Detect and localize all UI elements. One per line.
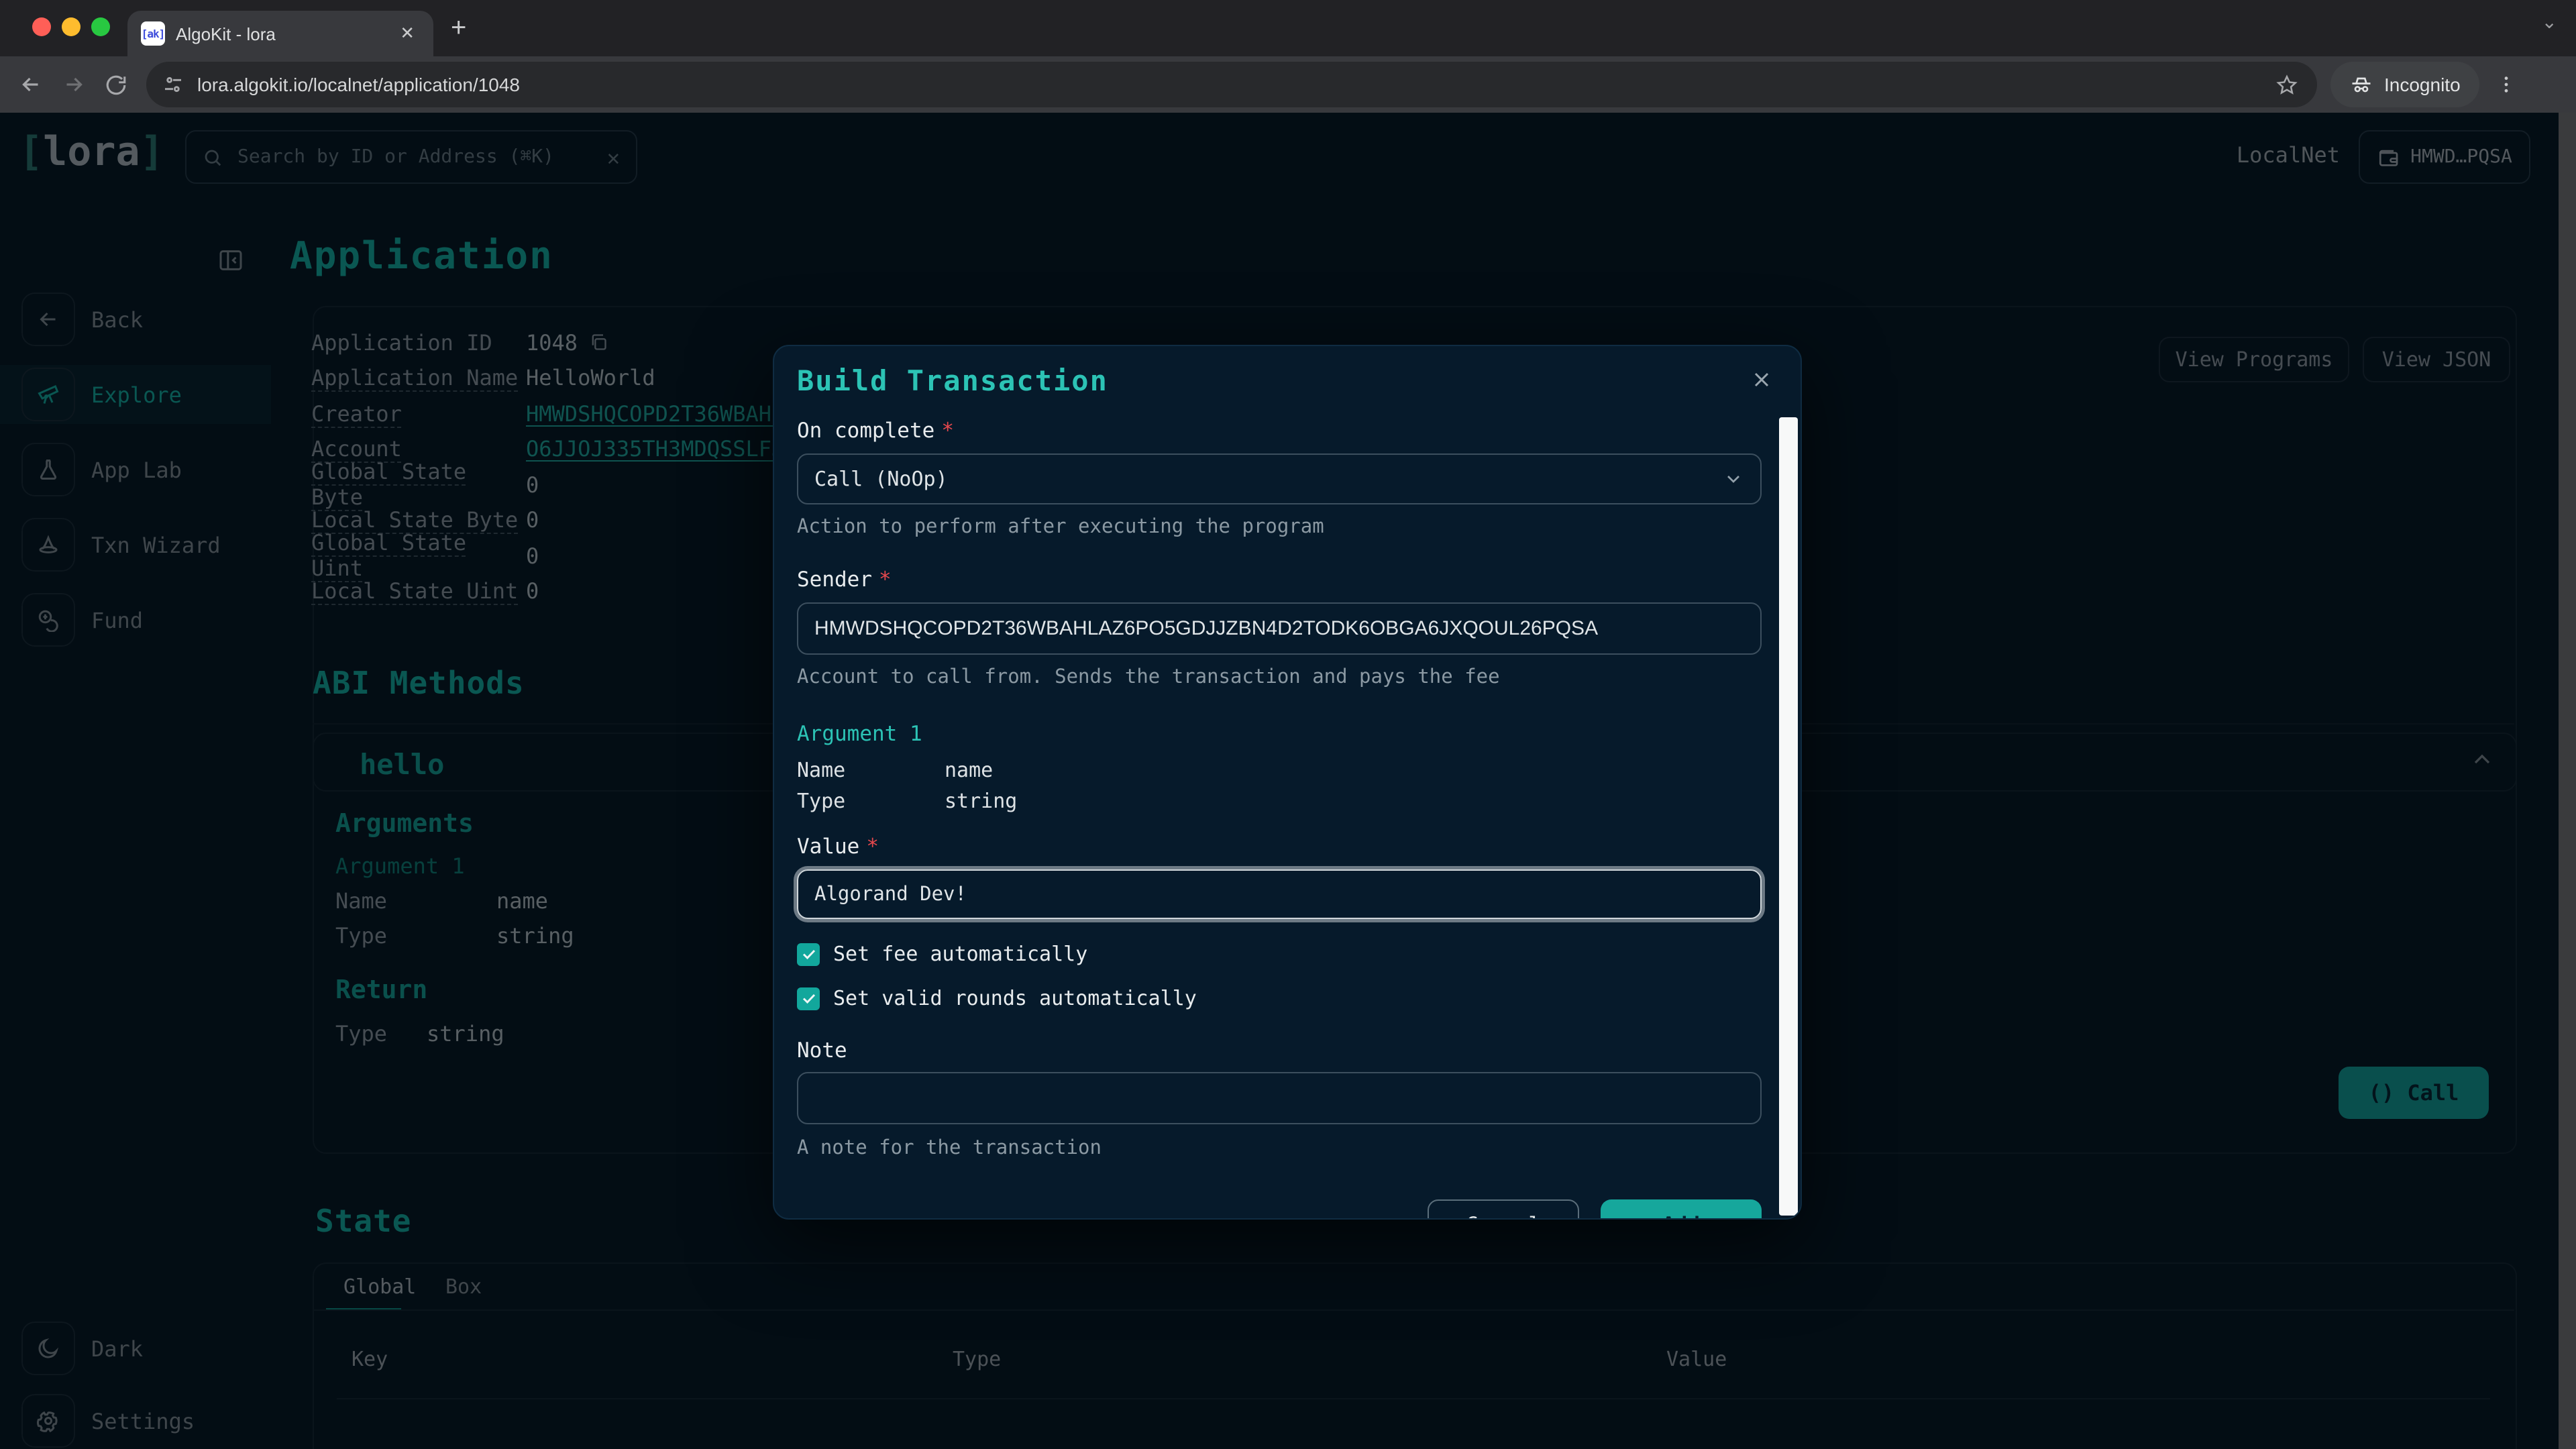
dialog-title: Build Transaction (797, 365, 1762, 397)
back-icon[interactable] (19, 72, 43, 97)
tab-favicon: [ak] (141, 21, 165, 46)
note-helper: A note for the transaction (797, 1138, 1762, 1159)
argument-title: Argument 1 (797, 722, 1762, 746)
browser-toolbar: lora.algokit.io/localnet/application/104… (0, 56, 2576, 113)
set-fee-checkbox-row[interactable]: Set fee automatically (797, 942, 1762, 966)
incognito-label: Incognito (2384, 74, 2461, 95)
argument-type-row: Typestring (797, 789, 1762, 813)
window-close-button[interactable] (32, 17, 51, 36)
note-label: Note (797, 1038, 1762, 1063)
browser-tab[interactable]: [ak] AlgoKit - lora ✕ (127, 11, 433, 56)
address-bar[interactable]: lora.algokit.io/localnet/application/104… (146, 62, 2317, 107)
page-scrollbar[interactable] (2559, 113, 2576, 1449)
on-complete-helper: Action to perform after executing the pr… (797, 517, 1762, 538)
incognito-badge: Incognito (2330, 62, 2479, 107)
value-input[interactable] (797, 869, 1762, 919)
incognito-icon (2349, 72, 2373, 97)
tab-close-icon[interactable]: ✕ (394, 20, 420, 47)
value-label: Value* (797, 835, 1762, 859)
tab-strip: [ak] AlgoKit - lora ✕ + ⌄ (0, 0, 2576, 56)
window-zoom-button[interactable] (91, 17, 110, 36)
app-viewport: [lora] ✕ LocalNet HMWD…PQSA (0, 113, 2576, 1449)
chevron-down-icon[interactable]: ⌄ (2542, 11, 2557, 34)
checkbox-label: Set valid rounds automatically (833, 986, 1197, 1010)
build-transaction-dialog: Build Transaction On complete* Call (NoO… (773, 345, 1802, 1220)
required-asterisk: * (941, 419, 954, 443)
on-complete-value: Call (NoOp) (814, 467, 948, 491)
checkbox-checked-icon[interactable] (797, 943, 820, 965)
new-tab-button[interactable]: + (451, 13, 466, 44)
checkbox-checked-icon[interactable] (797, 987, 820, 1010)
set-valid-rounds-checkbox-row[interactable]: Set valid rounds automatically (797, 986, 1762, 1010)
browser-chrome: [ak] AlgoKit - lora ✕ + ⌄ lora.algokit.i… (0, 0, 2576, 113)
browser-menu-icon[interactable] (2496, 74, 2517, 95)
modal-scrollbar[interactable] (1779, 417, 1798, 1216)
close-icon[interactable] (1750, 368, 1774, 392)
url-text: lora.algokit.io/localnet/application/104… (197, 74, 2262, 95)
required-asterisk: * (879, 568, 892, 592)
site-info-icon[interactable] (162, 74, 184, 95)
bookmark-star-icon[interactable] (2275, 73, 2298, 96)
tab-title: AlgoKit - lora (176, 23, 384, 44)
checkbox-label: Set fee automatically (833, 942, 1087, 966)
sender-input[interactable] (797, 602, 1762, 655)
sender-helper: Account to call from. Sends the transact… (797, 667, 1762, 688)
reload-icon[interactable] (105, 73, 127, 96)
on-complete-select[interactable]: Call (NoOp) (797, 453, 1762, 504)
forward-icon[interactable] (62, 72, 86, 97)
note-input[interactable] (797, 1072, 1762, 1124)
add-button[interactable]: Add (1601, 1199, 1762, 1220)
required-asterisk: * (866, 835, 879, 859)
argument-name-row: Namename (797, 758, 1762, 782)
window-minimize-button[interactable] (62, 17, 80, 36)
chevron-down-icon (1723, 468, 1744, 490)
sender-label: Sender* (797, 568, 1762, 592)
cancel-button[interactable]: Cancel (1428, 1199, 1579, 1220)
screen: [ak] AlgoKit - lora ✕ + ⌄ lora.algokit.i… (0, 0, 2576, 1449)
on-complete-label: On complete* (797, 419, 1762, 443)
